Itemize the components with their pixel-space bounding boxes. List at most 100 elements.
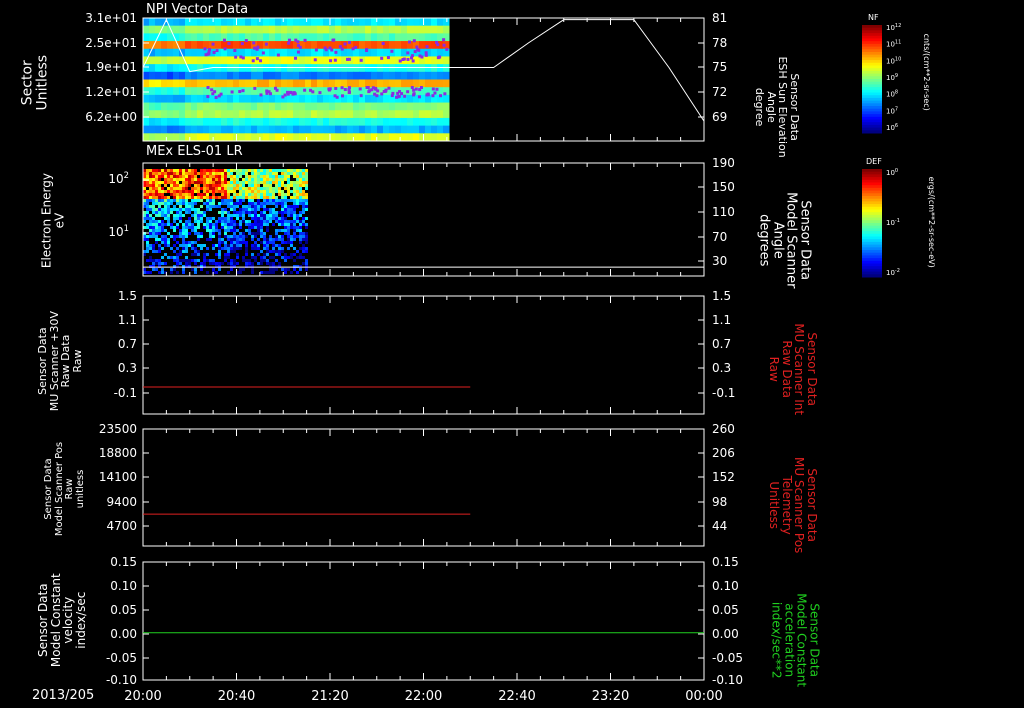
heatmap-cell (377, 25, 384, 34)
spectrogram-cell (164, 235, 167, 238)
spectrogram-cell (239, 169, 242, 172)
spectrogram-cell (152, 232, 155, 235)
spectrogram-cell (272, 268, 275, 271)
spectrogram-cell (194, 247, 197, 250)
spectrogram-cell (284, 223, 287, 226)
spectrogram-cell (212, 247, 215, 250)
spectrogram-cell (299, 241, 302, 244)
colorbar1-tick: 1010 (886, 56, 901, 65)
spectrogram-cell (290, 196, 293, 199)
heatmap-cell (305, 41, 312, 50)
spectrogram-cell (266, 259, 269, 262)
heatmap-cell (245, 18, 252, 27)
spectrogram-cell (263, 241, 266, 244)
spectrogram-cell (155, 250, 158, 253)
heatmap-cell (203, 125, 210, 134)
heatmap-cell (347, 117, 354, 127)
heatmap-cell (161, 64, 168, 73)
spectrogram-cell (305, 184, 308, 187)
heatmap-cell (251, 102, 258, 111)
spectrogram-cell (290, 244, 293, 247)
heatmap-cell (353, 125, 360, 134)
spectrogram-cell (284, 175, 287, 178)
spectrogram-cell (200, 211, 203, 214)
spectrogram-cell (284, 268, 287, 271)
heatmap-cell (215, 102, 222, 111)
spectrogram-cell (230, 190, 233, 193)
spectrogram-cell (302, 169, 305, 172)
heatmap-cell (257, 64, 264, 73)
heatmap-cell (233, 71, 240, 80)
spectrogram-cell (275, 229, 278, 232)
spectrogram-cell (149, 208, 152, 211)
spectrogram-cell (299, 256, 302, 259)
spectrogram-cell (179, 232, 182, 235)
spectrogram-cell (185, 178, 188, 181)
heatmap-cell (305, 18, 312, 27)
spectrogram-cell (233, 223, 236, 226)
spectrogram-cell (275, 214, 278, 217)
heatmap-cell (353, 94, 360, 104)
heatmap-cell (365, 94, 372, 104)
heatmap-cell (161, 125, 168, 134)
spectrogram-cell (206, 181, 209, 184)
spectrogram-cell (269, 178, 272, 181)
spectrogram-cell (212, 172, 215, 175)
heatmap-cell (377, 79, 384, 88)
heatmap-cell (239, 33, 246, 42)
spectrogram-cell (272, 172, 275, 175)
spectrogram-cell (218, 178, 221, 181)
spectrogram-cell (275, 235, 278, 238)
spectrogram-cell (263, 223, 266, 226)
heatmap-cell (221, 79, 228, 88)
y-tick-label-right: 0.00 (712, 627, 739, 641)
spectrogram-cell (263, 193, 266, 196)
heatmap-speckle (431, 87, 435, 91)
spectrogram-cell (239, 235, 242, 238)
spectrogram-cell (149, 235, 152, 238)
spectrogram-cell (299, 223, 302, 226)
spectrogram-cell (278, 178, 281, 181)
spectrogram-cell (206, 217, 209, 220)
spectrogram-cell (302, 247, 305, 250)
spectrogram-cell (230, 241, 233, 244)
spectrogram-cell (149, 169, 152, 172)
heatmap-cell (383, 71, 390, 80)
spectrogram-cell (200, 244, 203, 247)
spectrogram-cell (185, 181, 188, 184)
spectrogram-cell (218, 253, 221, 256)
heatmap-speckle (327, 88, 331, 92)
heatmap-speckle (203, 47, 207, 51)
spectrogram-cell (146, 259, 149, 262)
heatmap-cell (395, 125, 402, 134)
spectrogram-cell (263, 235, 266, 238)
heatmap-cell (443, 117, 450, 127)
spectrogram-cell (254, 256, 257, 259)
spectrogram-cell (260, 211, 263, 214)
heatmap-cell (275, 102, 282, 111)
spectrogram-cell (254, 205, 257, 208)
heatmap-cell (203, 110, 210, 119)
heatmap-speckle (233, 48, 237, 52)
spectrogram-cell (224, 208, 227, 211)
spectrogram-cell (260, 187, 263, 190)
y-tick-label-right: 0.15 (712, 555, 739, 569)
spectrogram-cell (227, 169, 230, 172)
spectrogram-cell (293, 223, 296, 226)
spectrogram-cell (236, 175, 239, 178)
spectrogram-cell (269, 175, 272, 178)
spectrogram-cell (251, 262, 254, 265)
spectrogram-cell (230, 178, 233, 181)
spectrogram-cell (164, 253, 167, 256)
spectrogram-cell (299, 247, 302, 250)
spectrogram-cell (260, 205, 263, 208)
heatmap-cell (413, 79, 420, 88)
spectrogram-cell (167, 256, 170, 259)
heatmap-cell (203, 133, 210, 142)
spectrogram-cell (152, 187, 155, 190)
spectrogram-cell (185, 193, 188, 196)
spectrogram-cell (206, 175, 209, 178)
spectrogram-cell (194, 178, 197, 181)
panel2-spectrogram (143, 169, 308, 274)
spectrogram-cell (275, 184, 278, 187)
